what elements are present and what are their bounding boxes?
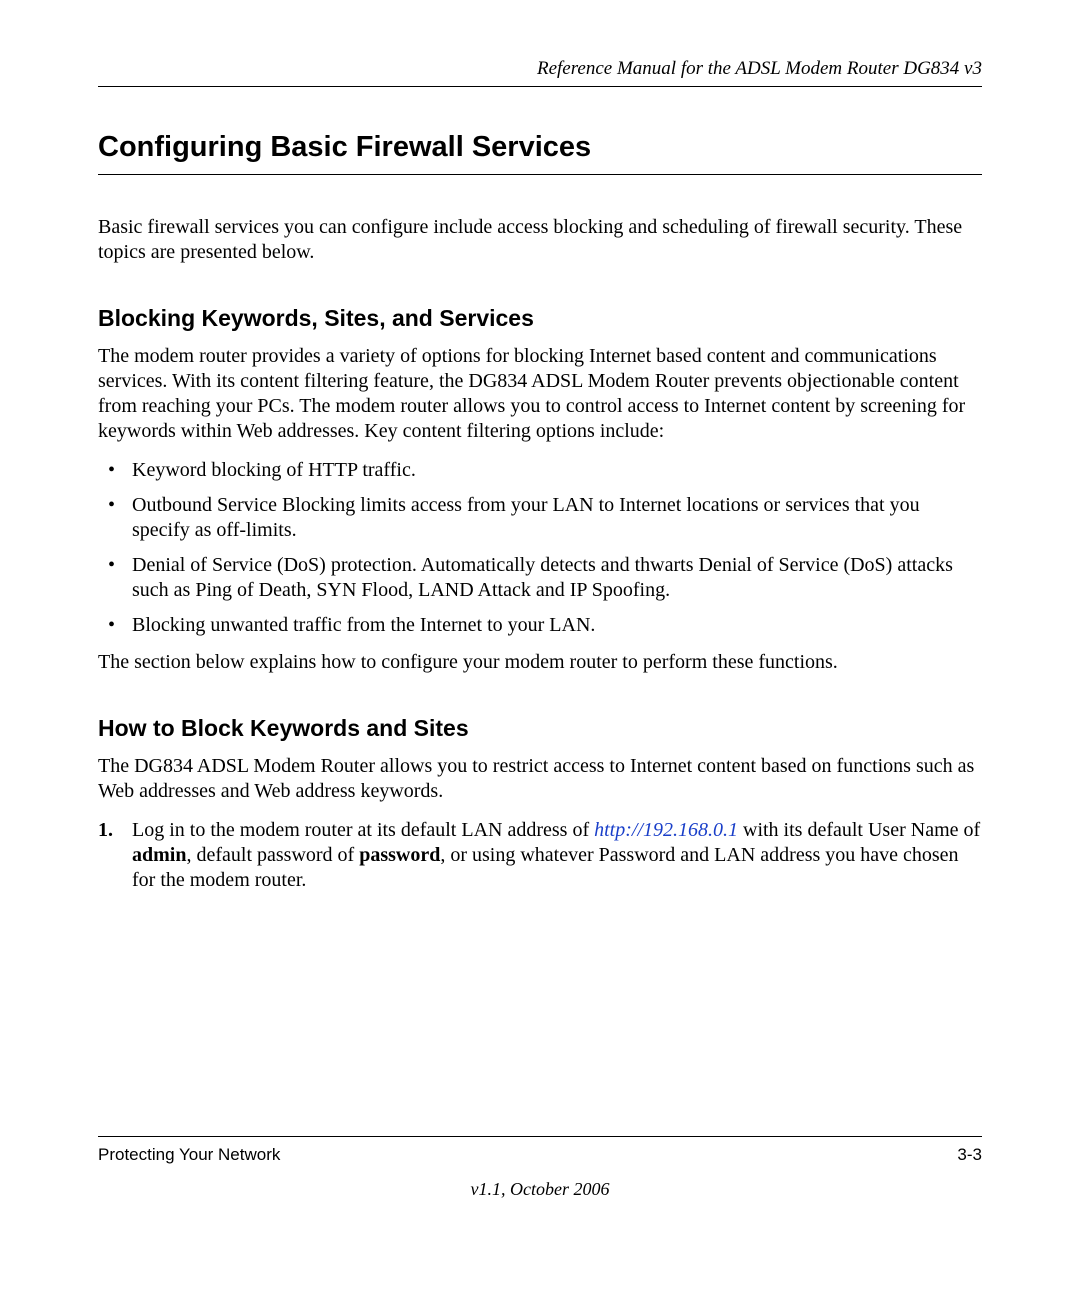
step-text: , default password of [186, 844, 359, 866]
bullet-list: Keyword blocking of HTTP traffic. Outbou… [98, 458, 982, 638]
paragraph-blocking-intro: The modem router provides a variety of o… [98, 344, 982, 444]
username-value: admin [132, 844, 186, 866]
login-url-link[interactable]: http://192.168.0.1 [594, 819, 738, 841]
page-footer: Protecting Your Network 3-3 v1.1, Octobe… [98, 1136, 982, 1200]
bullet-item: Denial of Service (DoS) protection. Auto… [98, 553, 982, 603]
bullet-item: Blocking unwanted traffic from the Inter… [98, 613, 982, 638]
paragraph-closing: The section below explains how to config… [98, 650, 982, 675]
footer-version: v1.1, October 2006 [98, 1179, 982, 1200]
numbered-steps: 1. Log in to the modem router at its def… [98, 818, 982, 893]
paragraph-howto-intro: The DG834 ADSL Modem Router allows you t… [98, 754, 982, 804]
heading-2-blocking: Blocking Keywords, Sites, and Services [98, 305, 982, 332]
bullet-item: Keyword blocking of HTTP traffic. [98, 458, 982, 483]
password-value: password [359, 844, 440, 866]
step-item: 1. Log in to the modem router at its def… [98, 818, 982, 893]
step-number: 1. [98, 818, 113, 843]
footer-page-number: 3-3 [957, 1145, 982, 1165]
bullet-item: Outbound Service Blocking limits access … [98, 493, 982, 543]
heading-2-howto: How to Block Keywords and Sites [98, 715, 982, 742]
intro-paragraph: Basic firewall services you can configur… [98, 215, 982, 265]
step-text: Log in to the modem router at its defaul… [132, 819, 594, 841]
step-text: with its default User Name of [738, 819, 980, 841]
heading-1: Configuring Basic Firewall Services [98, 131, 982, 175]
footer-section-name: Protecting Your Network [98, 1145, 280, 1165]
running-header: Reference Manual for the ADSL Modem Rout… [98, 58, 982, 87]
